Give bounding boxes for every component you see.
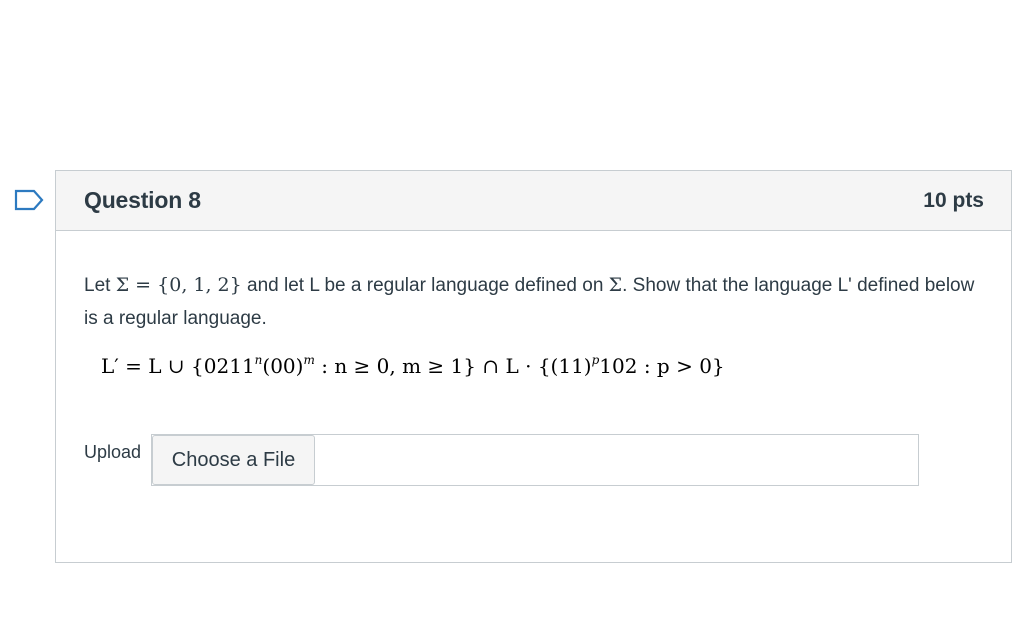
upload-row: Upload Choose a File <box>84 434 983 486</box>
question-title: Question 8 <box>84 187 201 213</box>
question-text: Let Σ = {0, 1, 2} and let L be a regular… <box>84 269 989 335</box>
formula-part: : n ≥ 0, m ≥ 1} ∩ L · {(11) <box>314 354 592 378</box>
formula-part: (00) <box>262 354 304 378</box>
question-card: Question 8 10 pts Let Σ = {0, 1, 2} and … <box>55 170 1012 563</box>
choose-file-button[interactable]: Choose a File <box>152 435 315 485</box>
question-points: 10 pts <box>923 188 984 212</box>
formula-exponent: m <box>303 353 315 367</box>
alphabet-definition: Σ = {0, 1, 2} <box>115 274 242 296</box>
question-text-part: and let L be a regular language defined … <box>241 275 609 296</box>
quiz-page: Question 8 10 pts Let Σ = {0, 1, 2} and … <box>0 0 1024 640</box>
language-formula: L′ = L ∪ {0211n(00)m : n ≥ 0, m ≥ 1} ∩ L… <box>101 349 983 383</box>
file-upload-field[interactable]: Choose a File <box>151 434 919 486</box>
question-header: Question 8 10 pts <box>56 171 1011 231</box>
formula-part: L′ = L ∪ {0211 <box>101 354 255 378</box>
bookmark-flag-icon[interactable] <box>14 189 44 211</box>
selected-file-name <box>315 435 918 485</box>
formula-part: 102 : p > 0} <box>599 354 725 378</box>
question-text-part: Let <box>84 275 116 296</box>
question-body: Let Σ = {0, 1, 2} and let L be a regular… <box>56 231 1011 486</box>
upload-label: Upload <box>84 442 142 462</box>
sigma-symbol: Σ <box>608 274 623 296</box>
